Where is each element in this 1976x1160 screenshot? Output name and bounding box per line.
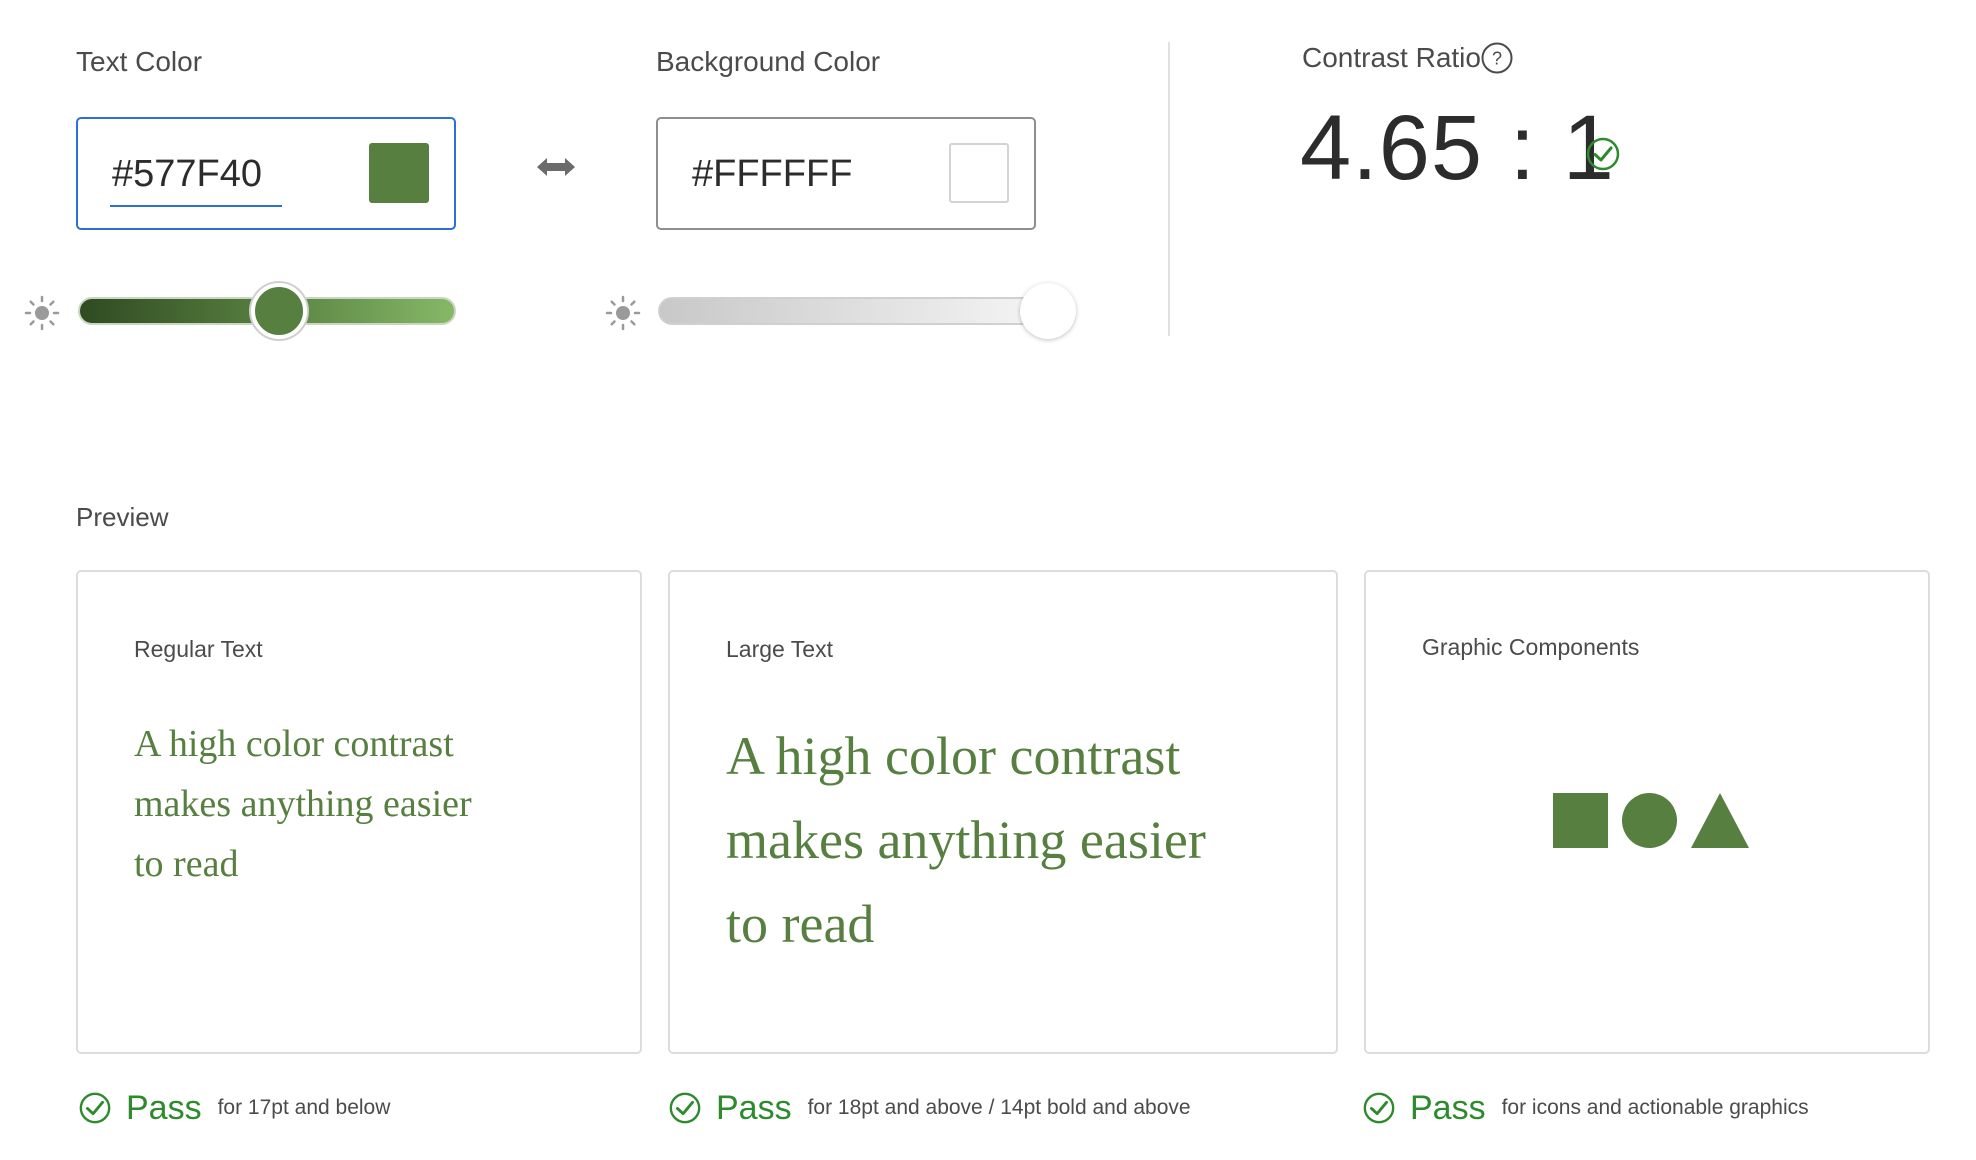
brightness-icon xyxy=(605,295,641,331)
background-brightness-slider[interactable] xyxy=(658,297,1048,325)
check-circle-icon xyxy=(1586,137,1620,171)
result-description: for icons and actionable graphics xyxy=(1501,1096,1809,1119)
contrast-ratio-label: Contrast Ratio xyxy=(1302,42,1481,73)
graphic-components-title: Graphic Components xyxy=(1422,634,1640,660)
large-text-sample: A high color contrast makes anything eas… xyxy=(726,714,1206,966)
help-icon[interactable]: ? xyxy=(1480,41,1514,75)
graphic-components-result: Pass for icons and actionable graphics xyxy=(1362,1088,1809,1128)
graphic-components-card: Graphic Components xyxy=(1364,570,1930,1054)
check-circle-icon xyxy=(1363,1092,1395,1124)
sample-line: A high color contrast xyxy=(726,726,1181,786)
text-input-underline xyxy=(110,205,282,207)
background-color-input[interactable]: #FFFFFF xyxy=(656,117,1036,230)
check-circle-icon xyxy=(79,1092,111,1124)
sample-line: makes anything easier xyxy=(134,783,472,825)
sample-line: to read xyxy=(726,894,875,954)
large-text-card: Large Text A high color contrast makes a… xyxy=(668,570,1338,1054)
preview-heading: Preview xyxy=(76,502,169,532)
regular-text-result: Pass for 17pt and below xyxy=(78,1088,390,1128)
sample-line: A high color contrast xyxy=(134,723,454,765)
background-color-value: #FFFFFF xyxy=(692,153,853,195)
text-brightness-thumb[interactable] xyxy=(251,283,307,339)
regular-text-title: Regular Text xyxy=(134,636,263,662)
background-color-swatch[interactable] xyxy=(949,143,1009,203)
text-color-input[interactable]: #577F40 xyxy=(76,117,456,230)
triangle-shape xyxy=(1691,793,1749,848)
sample-line: to read xyxy=(134,843,239,885)
circle-shape xyxy=(1622,793,1677,848)
large-text-title: Large Text xyxy=(726,636,833,662)
background-brightness-thumb[interactable] xyxy=(1020,283,1076,339)
background-color-label: Background Color xyxy=(656,46,881,77)
svg-text:?: ? xyxy=(1492,49,1502,69)
regular-text-sample: A high color contrast makes anything eas… xyxy=(134,714,472,894)
square-shape xyxy=(1553,793,1608,848)
divider xyxy=(1168,42,1170,336)
sample-line: makes anything easier xyxy=(726,810,1206,870)
brightness-icon xyxy=(24,295,60,331)
text-color-swatch[interactable] xyxy=(369,143,429,203)
text-color-label: Text Color xyxy=(76,46,203,77)
result-status: Pass xyxy=(126,1088,202,1127)
result-status: Pass xyxy=(716,1088,792,1127)
result-description: for 18pt and above / 14pt bold and above xyxy=(807,1096,1191,1119)
text-color-value: #577F40 xyxy=(112,153,263,195)
result-description: for 17pt and below xyxy=(217,1096,391,1119)
large-text-result: Pass for 18pt and above / 14pt bold and … xyxy=(668,1088,1191,1128)
check-circle-icon xyxy=(669,1092,701,1124)
regular-text-card: Regular Text A high color contrast makes… xyxy=(76,570,642,1054)
swap-arrows-icon[interactable] xyxy=(535,154,577,180)
result-status: Pass xyxy=(1410,1088,1486,1127)
contrast-ratio-value: 4.65 : 1 xyxy=(1300,97,1615,199)
